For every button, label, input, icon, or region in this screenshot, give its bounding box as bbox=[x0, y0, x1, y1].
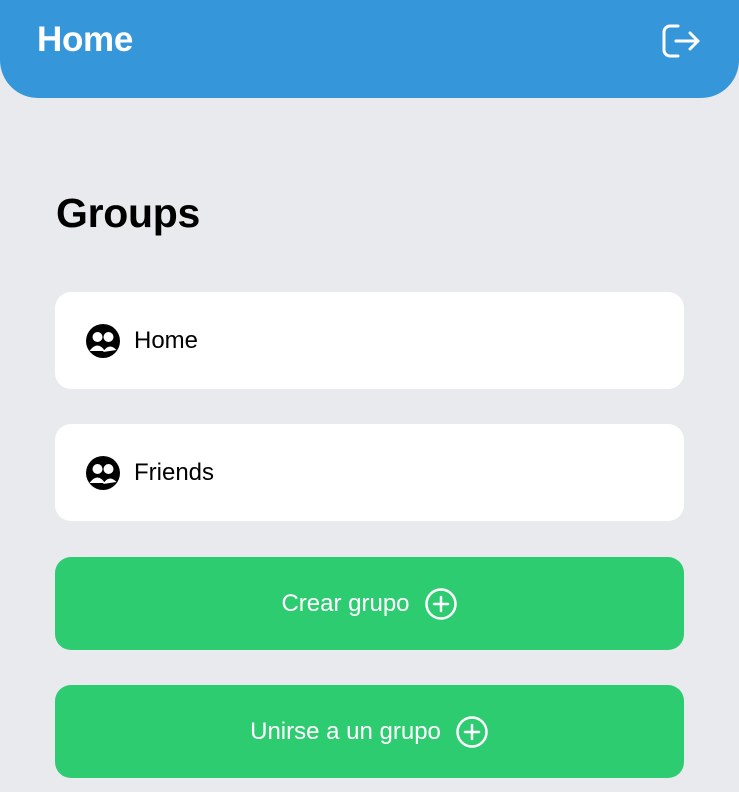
logout-icon bbox=[662, 24, 700, 58]
group-item-label: Home bbox=[134, 326, 199, 354]
plus-circle-icon bbox=[424, 587, 458, 621]
group-item-friends[interactable]: Friends bbox=[55, 424, 684, 521]
create-group-label: Crear grupo bbox=[281, 589, 410, 617]
create-group-button[interactable]: Crear grupo bbox=[55, 557, 684, 650]
group-item-home[interactable]: Home bbox=[55, 292, 684, 389]
plus-circle-icon bbox=[455, 715, 489, 749]
page-title: Home bbox=[37, 20, 134, 59]
app-header: Home bbox=[0, 0, 739, 98]
logout-button[interactable] bbox=[660, 22, 702, 60]
group-item-label: Friends bbox=[134, 458, 215, 486]
join-group-label: Unirse a un grupo bbox=[250, 717, 441, 745]
join-group-button[interactable]: Unirse a un grupo bbox=[55, 685, 684, 778]
section-title-groups: Groups bbox=[56, 190, 200, 236]
group-icon bbox=[85, 455, 121, 491]
group-icon bbox=[85, 323, 121, 359]
